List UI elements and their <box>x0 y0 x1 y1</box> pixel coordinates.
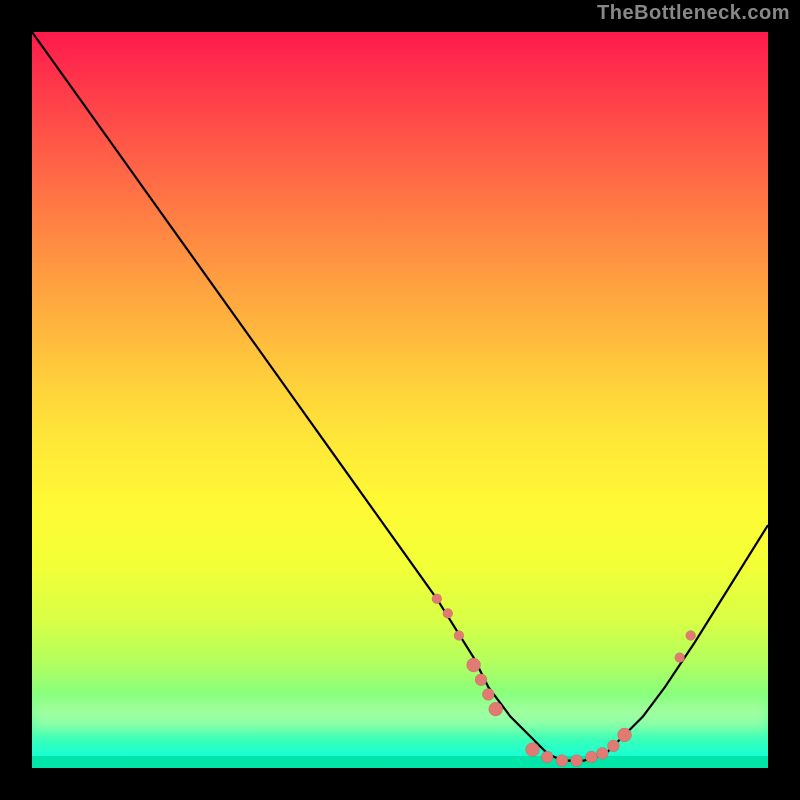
chart-marker-dot <box>607 740 619 752</box>
chart-marker-dot <box>675 653 685 663</box>
chart-marker-dot <box>618 728 632 742</box>
chart-marker-dot <box>526 743 540 757</box>
chart-marker-dot <box>596 747 608 759</box>
chart-plot-area <box>32 32 768 768</box>
watermark-text: TheBottleneck.com <box>597 2 790 25</box>
chart-marker-dot <box>467 658 481 672</box>
chart-marker-dot <box>432 594 442 604</box>
chart-marker-dot <box>556 755 568 767</box>
chart-markers-group <box>432 594 696 767</box>
chart-marker-dot <box>475 674 487 686</box>
chart-marker-dot <box>686 631 696 641</box>
bottleneck-curve-line <box>32 32 768 761</box>
chart-marker-dot <box>454 631 464 641</box>
chart-marker-dot <box>482 688 494 700</box>
chart-marker-dot <box>443 608 453 618</box>
chart-marker-dot <box>571 755 583 767</box>
chart-marker-dot <box>489 702 503 716</box>
chart-marker-dot <box>585 751 597 763</box>
chart-marker-dot <box>541 751 553 763</box>
chart-svg <box>32 32 768 768</box>
